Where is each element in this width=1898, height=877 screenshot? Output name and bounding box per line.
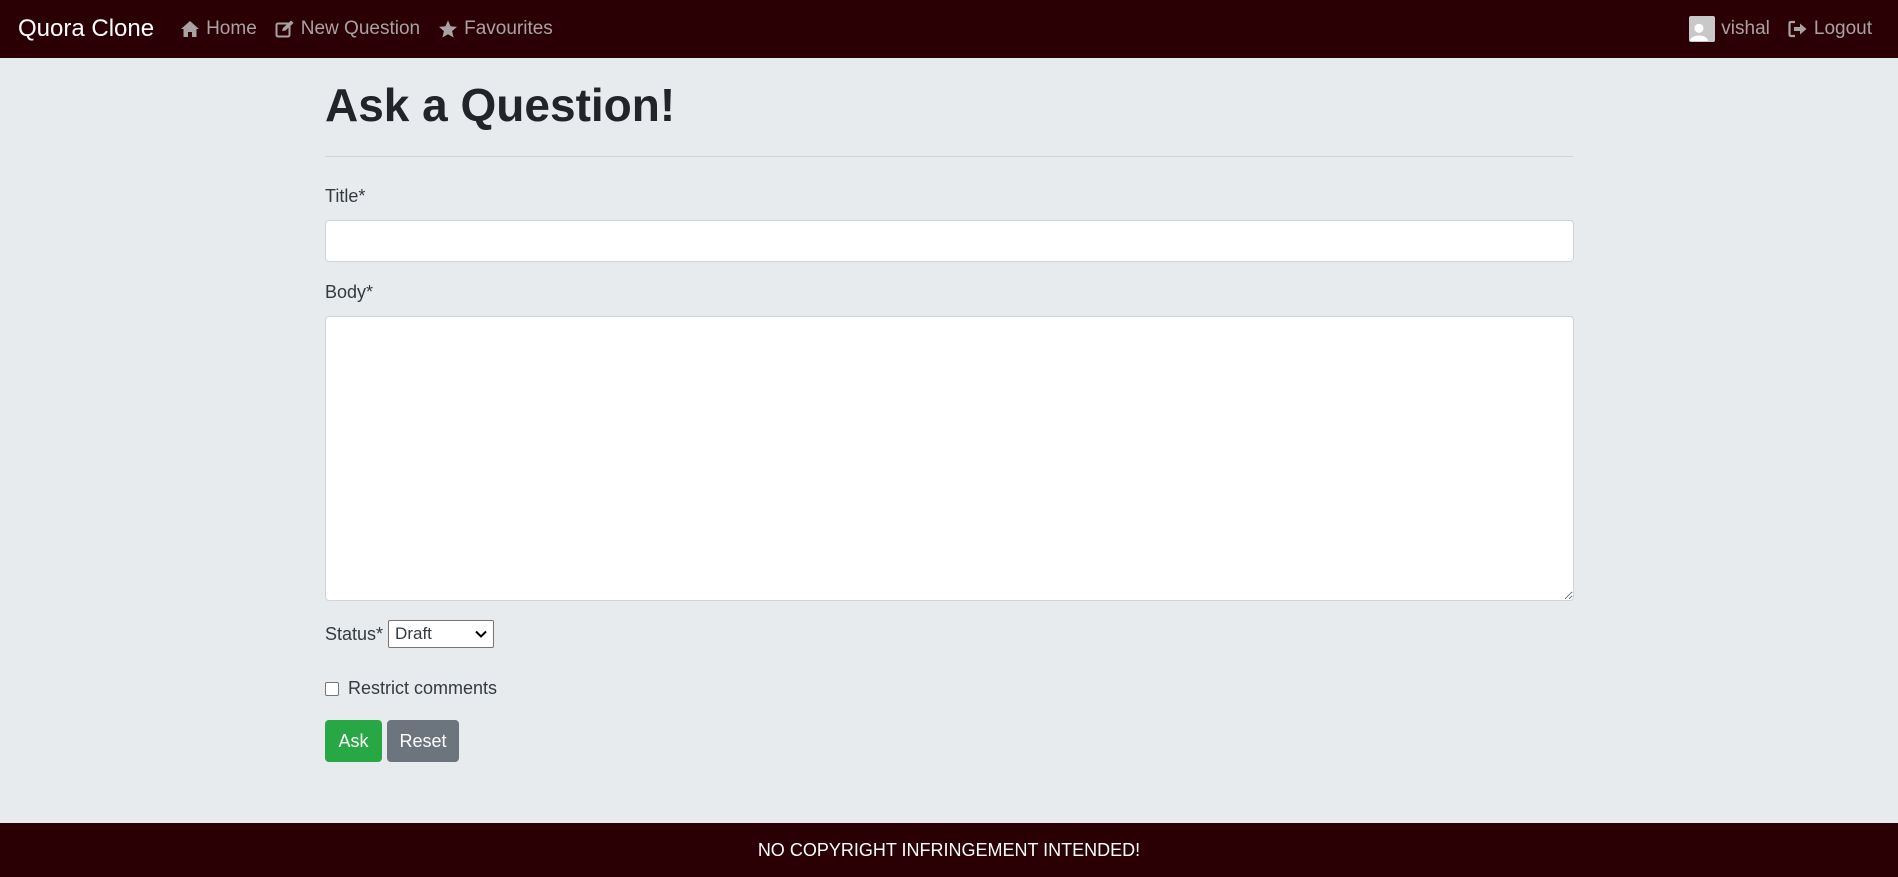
nav-favourites-label: Favourites — [464, 18, 553, 39]
chevron-down-icon — [475, 630, 487, 638]
edit-icon — [275, 20, 294, 38]
ask-button[interactable]: Ask — [325, 720, 382, 762]
logout-link[interactable]: Logout — [1788, 18, 1872, 40]
page-title: Ask a Question! — [325, 79, 676, 131]
nav-right-group: vishal Logout — [1689, 16, 1880, 42]
nav-favourites-link[interactable]: Favourites — [438, 18, 553, 40]
main-content: Ask a Question! Title* Body* Status* Dra… — [325, 58, 1574, 762]
nav-home-label: Home — [206, 18, 257, 39]
status-label: Status* — [325, 623, 384, 644]
title-label: Title* — [325, 186, 366, 206]
home-icon — [181, 21, 200, 37]
logout-label: Logout — [1813, 18, 1872, 39]
user-profile-link[interactable]: vishal — [1689, 16, 1770, 42]
restrict-comments-row: Restrict comments — [325, 678, 497, 699]
body-label: Body* — [325, 282, 374, 302]
footer-text: NO COPYRIGHT INFRINGEMENT INTENDED! — [757, 839, 1141, 860]
nav-new-question-label: New Question — [300, 18, 421, 39]
footer: NO COPYRIGHT INFRINGEMENT INTENDED! — [0, 823, 1898, 877]
body-textarea[interactable] — [325, 316, 1574, 601]
nav-new-question-link[interactable]: New Question — [275, 18, 420, 40]
nav-home-link[interactable]: Home — [180, 18, 257, 40]
restrict-comments-checkbox[interactable] — [325, 681, 339, 696]
avatar-icon — [1690, 23, 1709, 41]
title-divider — [325, 156, 1574, 157]
status-selected-value: Draft — [395, 624, 432, 643]
brand-link[interactable]: Quora Clone — [18, 15, 154, 43]
navbar: Quora Clone Home New Question Favourites — [0, 0, 1898, 58]
status-row: Status* Draft — [325, 620, 495, 648]
avatar — [1689, 16, 1716, 42]
sign-out-icon — [1788, 20, 1807, 38]
status-select[interactable]: Draft — [388, 620, 495, 648]
star-icon — [439, 20, 458, 37]
restrict-comments-label[interactable]: Restrict comments — [348, 678, 497, 699]
title-input[interactable] — [325, 220, 1574, 262]
reset-button[interactable]: Reset — [387, 720, 459, 762]
user-name: vishal — [1721, 18, 1770, 39]
